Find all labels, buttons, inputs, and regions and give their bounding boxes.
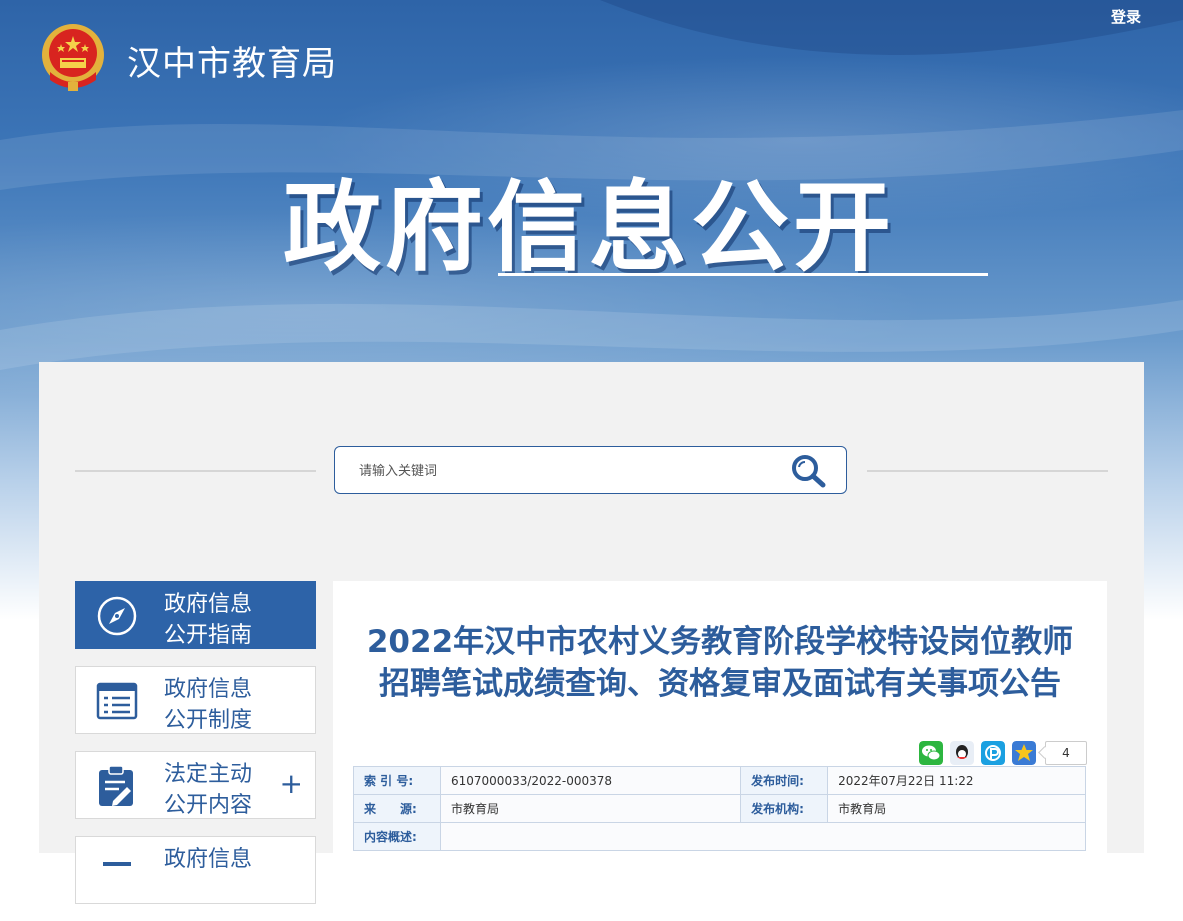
table-row: 来 源: 市教育局 发布机构: 市教育局 (353, 794, 1086, 823)
wechat-share-icon[interactable] (919, 741, 943, 765)
banner-title: 政府信息公开 (283, 171, 896, 285)
nav-label: 政府信息 公开制度 (164, 677, 253, 733)
search-input[interactable] (357, 459, 761, 483)
share-count: 4 (1045, 741, 1087, 765)
qq-share-icon[interactable] (950, 741, 974, 765)
nav-label: 政府信息 (164, 847, 253, 872)
article-title: 2022年汉中市农村义务教育阶段学校特设岗位教师 招聘笔试成绩查询、资格复审及面… (366, 624, 1074, 702)
site-title: 汉中市教育局 (127, 44, 337, 84)
banner-underline (498, 273, 988, 276)
star-share-icon[interactable] (1012, 741, 1036, 765)
article-card: 2022年汉中市农村义务教育阶段学校特设岗位教师 招聘笔试成绩查询、资格复审及面… (333, 581, 1107, 871)
compass-icon (97, 596, 137, 636)
publish-time-value: 2022年07月22日 11:22 (827, 766, 1086, 795)
clipboard-edit-icon (99, 765, 133, 806)
nav-item-gov-info[interactable]: 政府信息 (75, 836, 316, 904)
search-box (334, 446, 847, 494)
source-label: 来 源: (353, 794, 441, 823)
side-nav: 政府信息 公开指南 政府信息 公开制度 法定主动 公开内容 + 政府信息 (75, 581, 316, 921)
publish-time-label: 发布时间: (740, 766, 829, 795)
table-row: 内容概述: (353, 822, 1086, 851)
search-divider-right (867, 470, 1108, 472)
share-bar: 4 (919, 741, 1087, 765)
expand-plus-icon[interactable]: + (280, 769, 303, 799)
nav-item-disclosure-guide[interactable]: 政府信息 公开指南 (75, 581, 316, 649)
search-icon[interactable] (790, 454, 828, 488)
index-value: 6107000033/2022-000378 (439, 766, 742, 795)
nav-label: 政府信息 公开指南 (164, 592, 253, 648)
publisher-value: 市教育局 (827, 794, 1086, 823)
login-link[interactable]: 登录 (1111, 6, 1141, 27)
publisher-label: 发布机构: (740, 794, 829, 823)
search-divider-left (75, 470, 316, 472)
main-panel: 政府信息 公开指南 政府信息 公开制度 (39, 362, 1144, 904)
summary-value (440, 822, 1086, 851)
article-meta-table: 索 引 号: 6107000033/2022-000378 发布时间: 2022… (353, 766, 1086, 851)
nav-item-disclosure-system[interactable]: 政府信息 公开制度 (75, 666, 316, 734)
national-emblem-icon (42, 24, 104, 91)
nav-label: 法定主动 公开内容 (164, 762, 253, 818)
info-icon (103, 862, 131, 866)
document-list-icon (96, 682, 138, 720)
index-label: 索 引 号: (353, 766, 441, 795)
table-row: 索 引 号: 6107000033/2022-000378 发布时间: 2022… (353, 766, 1086, 795)
qzone-share-icon[interactable] (981, 741, 1005, 765)
summary-label: 内容概述: (353, 822, 441, 851)
source-value: 市教育局 (439, 794, 742, 823)
nav-item-statutory-content[interactable]: 法定主动 公开内容 + (75, 751, 316, 819)
